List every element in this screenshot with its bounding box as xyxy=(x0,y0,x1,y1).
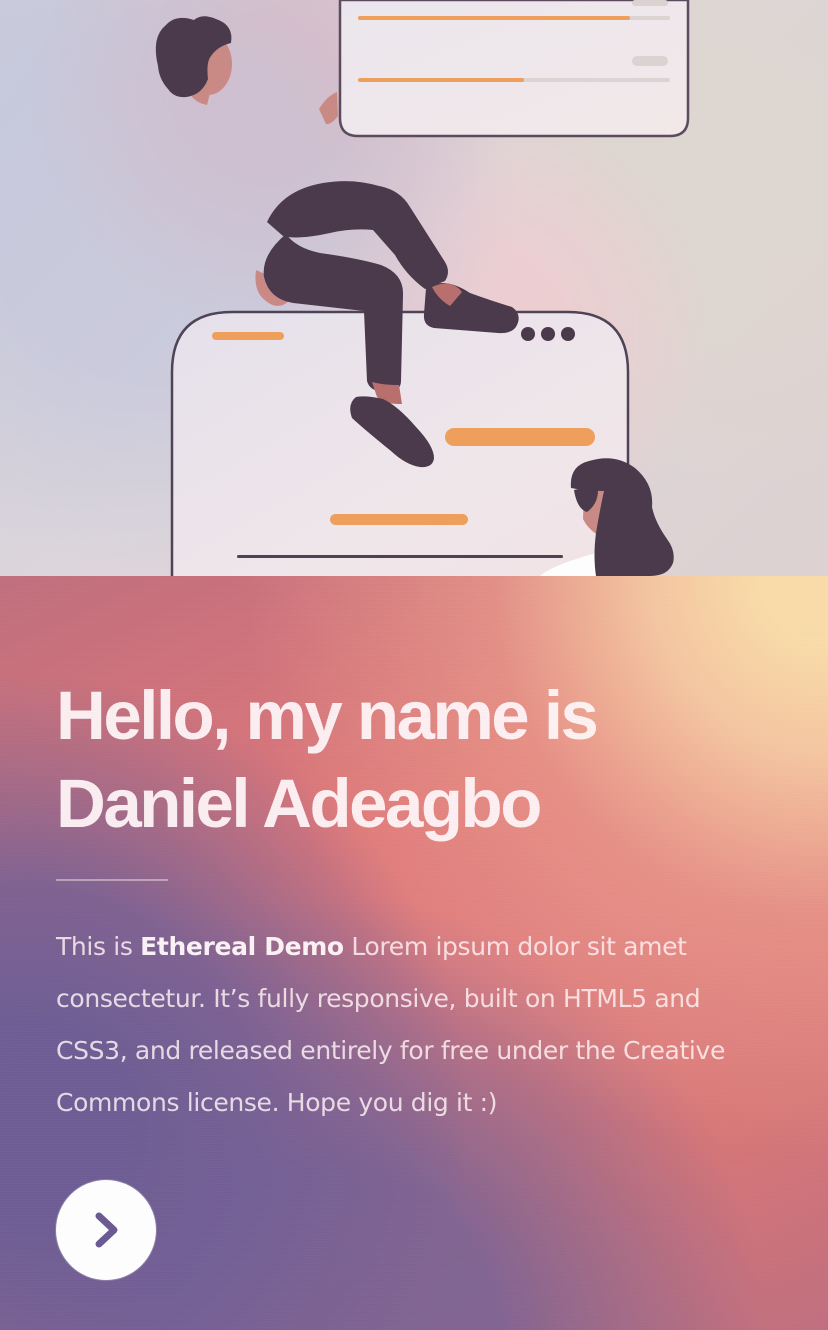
intro-text-line-4: Commons license. Hope you dig it :) xyxy=(56,1088,498,1117)
intro-text-line-2: consectetur. It’s fully responsive, buil… xyxy=(56,984,701,1013)
hero-illustration xyxy=(0,0,828,576)
intro-text-prefix: This is xyxy=(56,932,141,961)
intro-section: Hello, my name is Daniel Adeagbo This is… xyxy=(0,576,828,1330)
intro-text-line-1-rest: Lorem ipsum dolor sit amet xyxy=(343,932,687,961)
intro-brand-name: Ethereal Demo xyxy=(140,932,344,961)
chevron-right-icon xyxy=(95,1212,118,1248)
top-settings-card xyxy=(338,0,690,138)
intro-heading: Hello, my name is Daniel Adeagbo xyxy=(56,672,746,848)
team-illustration xyxy=(155,0,690,576)
intro-description: This is Ethereal Demo Lorem ipsum dolor … xyxy=(56,921,766,1129)
intro-divider xyxy=(56,879,168,881)
intro-text-line-3: CSS3, and released entirely for free und… xyxy=(56,1036,725,1065)
intro-heading-line-1: Hello, my name is xyxy=(56,677,599,754)
next-section-button[interactable] xyxy=(56,1180,156,1280)
person-at-top-left xyxy=(155,16,338,125)
intro-heading-line-2: Daniel Adeagbo xyxy=(56,765,542,842)
